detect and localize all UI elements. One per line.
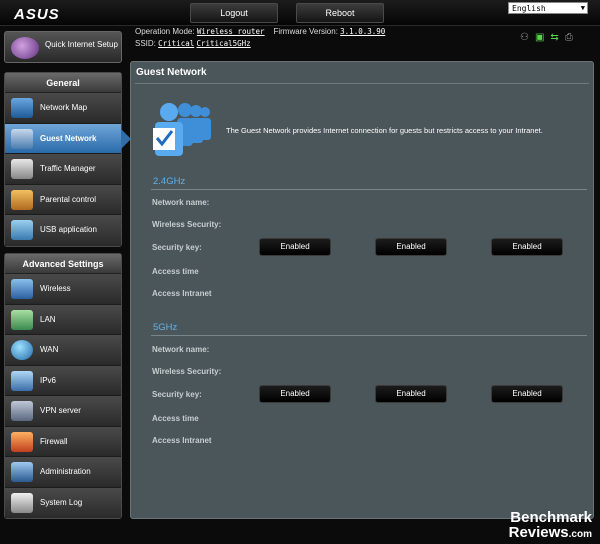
guest-network-icon: [11, 128, 33, 149]
access-time-label: Access time: [152, 267, 199, 276]
title-divider: [135, 83, 589, 84]
sidebar-item-label: Parental control: [40, 194, 97, 204]
enable-button-5ghz-3[interactable]: Enabled: [491, 385, 563, 403]
band-divider: [151, 189, 587, 190]
op-mode-link[interactable]: Wireless router: [197, 27, 265, 36]
guest-network-description: The Guest Network provides Internet conn…: [226, 126, 543, 135]
sidebar-item-label: VPN server: [40, 406, 81, 415]
security-key-label: Security key:: [152, 243, 202, 252]
network-map-icon: [11, 98, 33, 118]
firmware-label: Firmware Version:: [273, 27, 338, 36]
vpn-server-icon: [11, 401, 33, 421]
general-section: General Network Map Guest Network Traffi…: [4, 72, 131, 247]
asus-logo: ASUS: [14, 6, 60, 23]
guest-network-illustration-icon: [153, 103, 211, 156]
quick-internet-setup-button[interactable]: Quick Internet Setup: [4, 31, 122, 63]
access-intranet-label: Access Intranet: [152, 436, 212, 445]
sidebar-item-label: System Log: [40, 497, 83, 507]
chevron-down-icon: ▼: [580, 4, 585, 12]
enable-button-24ghz-1[interactable]: Enabled: [259, 238, 331, 256]
network-name-label: Network name:: [152, 198, 210, 207]
watermark-line-2: Reviews.com: [509, 525, 592, 542]
traffic-manager-icon: [11, 159, 33, 179]
wireless-security-label: Wireless Security:: [152, 367, 222, 376]
printer-icon[interactable]: ⎙: [565, 32, 573, 43]
sidebar-item-lan[interactable]: LAN: [5, 304, 121, 335]
sidebar-item-label: Wireless: [40, 284, 71, 293]
logout-button[interactable]: Logout: [190, 3, 278, 23]
ssid-24-link[interactable]: Critical: [158, 39, 194, 48]
sidebar-item-label: IPv6: [40, 375, 57, 385]
sidebar-item-parental-control[interactable]: Parental control: [5, 184, 121, 215]
enable-button-5ghz-2[interactable]: Enabled: [375, 385, 447, 403]
sidebar-item-traffic-manager[interactable]: Traffic Manager: [5, 154, 121, 185]
watermark-line-2-text: Reviews: [508, 524, 569, 541]
system-log-icon: [11, 492, 33, 513]
globe-icon: [11, 340, 33, 360]
general-heading: General: [5, 73, 121, 93]
access-time-label: Access time: [152, 414, 199, 423]
band-divider: [151, 335, 587, 336]
administration-icon: [11, 462, 33, 482]
clients-icon[interactable]: ⚇: [520, 32, 529, 43]
firmware-link[interactable]: 3.1.0.3.90: [340, 27, 385, 36]
firewall-icon: [11, 431, 33, 452]
band-title-24ghz: 2.4GHz: [153, 176, 186, 187]
advanced-settings-section: Advanced Settings Wireless LAN WAN IPv6 …: [4, 253, 122, 519]
internet-status-icon[interactable]: ▣: [535, 32, 544, 43]
sidebar-item-label: USB application: [40, 225, 97, 234]
security-key-label: Security key:: [152, 390, 202, 399]
page-title: Guest Network: [136, 67, 207, 78]
sidebar-item-usb-application[interactable]: USB application: [5, 215, 121, 246]
ipv6-icon: [11, 370, 33, 391]
wizard-icon: [11, 37, 39, 59]
wireless-icon: [11, 279, 33, 299]
status-icons: ⚇ ▣ ⇆ ⎙: [520, 32, 573, 43]
language-select[interactable]: English ▼: [508, 2, 588, 14]
sidebar-item-ipv6[interactable]: IPv6: [5, 365, 121, 396]
main-panel: Guest Network The Guest Network provides…: [130, 61, 594, 519]
sidebar-item-network-map[interactable]: Network Map: [5, 93, 121, 124]
enable-button-24ghz-2[interactable]: Enabled: [375, 238, 447, 256]
benchmark-reviews-watermark: Benchmark Reviews.com: [509, 510, 592, 542]
sidebar-item-guest-network[interactable]: Guest Network: [5, 123, 131, 154]
network-name-label: Network name:: [152, 345, 210, 354]
usb-application-icon: [11, 220, 33, 240]
ssid-5-link[interactable]: Critical5GHz: [197, 39, 251, 48]
access-intranet-label: Access Intranet: [152, 289, 212, 298]
band-title-5ghz: 5GHz: [153, 322, 178, 333]
sidebar-item-label: LAN: [40, 314, 56, 324]
op-mode-label: Operation Mode:: [135, 27, 195, 36]
wireless-security-label: Wireless Security:: [152, 220, 222, 229]
sidebar-item-vpn-server[interactable]: VPN server: [5, 396, 121, 427]
enable-button-24ghz-3[interactable]: Enabled: [491, 238, 563, 256]
sidebar-item-label: Firewall: [40, 436, 68, 446]
sidebar-item-administration[interactable]: Administration: [5, 457, 121, 488]
sidebar-item-label: WAN: [40, 345, 59, 354]
sidebar-item-system-log[interactable]: System Log: [5, 487, 121, 518]
sidebar-item-wireless[interactable]: Wireless: [5, 274, 121, 305]
sidebar-item-label: Administration: [40, 467, 91, 476]
reboot-button[interactable]: Reboot: [296, 3, 384, 23]
sidebar-item-label: Network Map: [40, 103, 88, 112]
status-info: Operation Mode: Wireless router Firmware…: [135, 26, 385, 50]
sidebar-item-label: Traffic Manager: [40, 164, 96, 173]
sidebar-item-wan[interactable]: WAN: [5, 335, 121, 366]
usb-icon[interactable]: ⇆: [550, 32, 558, 43]
top-bar: ASUS Logout Reboot English ▼: [0, 0, 600, 26]
lan-icon: [11, 309, 33, 330]
sidebar-item-firewall[interactable]: Firewall: [5, 426, 121, 457]
quick-setup-label: Quick Internet Setup: [45, 40, 118, 49]
parental-control-icon: [11, 189, 33, 210]
sidebar-item-label: Guest Network: [40, 133, 97, 143]
advanced-settings-heading: Advanced Settings: [5, 254, 121, 274]
ssid-label: SSID:: [135, 39, 156, 48]
enable-button-5ghz-1[interactable]: Enabled: [259, 385, 331, 403]
watermark-line-1: Benchmark: [510, 509, 592, 526]
language-value: English: [512, 4, 546, 13]
watermark-suffix: .com: [568, 529, 592, 540]
